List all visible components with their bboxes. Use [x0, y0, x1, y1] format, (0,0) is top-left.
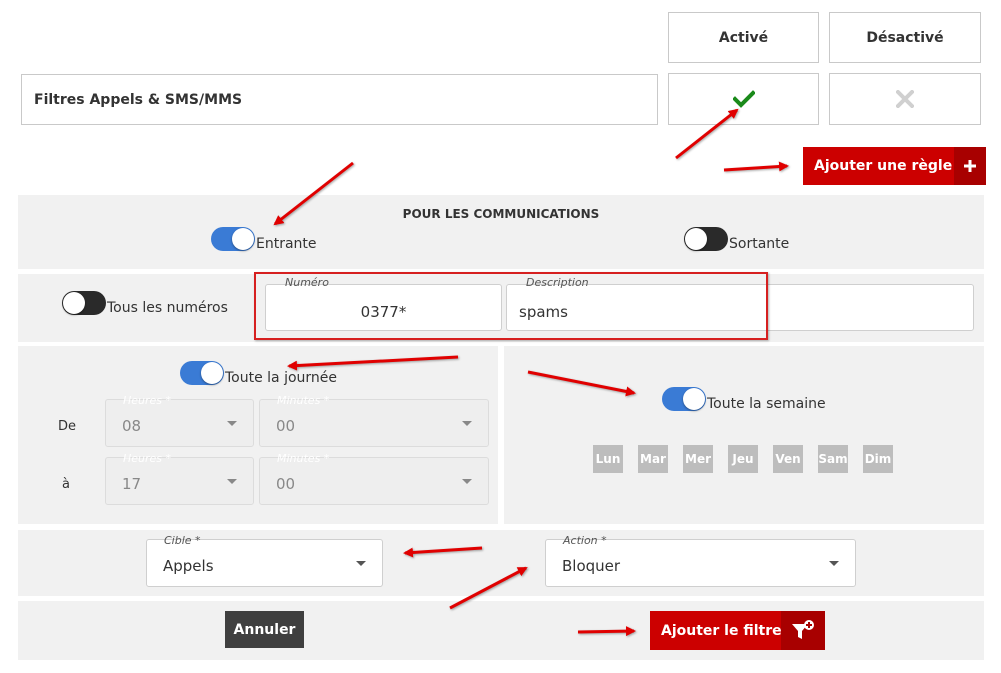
all-week-label: Toute la semaine [707, 396, 826, 412]
day-jeu[interactable]: Jeu [728, 445, 758, 473]
active-cell[interactable] [668, 73, 819, 125]
inactive-cell[interactable] [829, 73, 981, 125]
column-header-inactive: Désactivé [829, 12, 981, 63]
chevron-down-icon [829, 561, 839, 566]
cancel-button[interactable]: Annuler [225, 611, 304, 648]
outgoing-toggle[interactable] [684, 227, 728, 251]
add-filter-button[interactable]: Ajouter le filtre [650, 611, 825, 650]
plus-icon [954, 147, 986, 185]
chevron-down-icon [227, 421, 237, 426]
from-minutes-select[interactable]: Minutes * 00 [259, 394, 489, 447]
chevron-down-icon [227, 479, 237, 484]
to-label: à [62, 477, 70, 492]
day-ven[interactable]: Ven [773, 445, 803, 473]
chevron-down-icon [462, 479, 472, 484]
action-select[interactable]: Action * Bloquer [545, 534, 856, 587]
arrow-to-add-rule [723, 161, 789, 172]
from-label: De [58, 419, 77, 434]
day-mar[interactable]: Mar [638, 445, 668, 473]
x-icon [896, 90, 914, 108]
filter-plus-icon [781, 611, 825, 650]
incoming-label: Entrante [256, 236, 317, 252]
add-rule-button[interactable]: Ajouter une règle [803, 147, 986, 185]
day-dim[interactable]: Dim [863, 445, 893, 473]
all-day-label: Toute la journée [225, 370, 338, 386]
incoming-toggle[interactable] [211, 227, 255, 251]
chevron-down-icon [356, 561, 366, 566]
target-select[interactable]: Cible * Appels [146, 534, 383, 587]
day-lun[interactable]: Lun [593, 445, 623, 473]
highlight-rectangle [254, 272, 768, 340]
week-panel [504, 346, 984, 524]
all-week-toggle[interactable] [662, 387, 706, 411]
all-numbers-toggle[interactable] [62, 291, 106, 315]
column-header-active: Activé [668, 12, 819, 63]
filter-row-label: Filtres Appels & SMS/MMS [21, 74, 658, 125]
day-mer[interactable]: Mer [683, 445, 713, 473]
day-sam[interactable]: Sam [818, 445, 848, 473]
all-day-toggle[interactable] [180, 361, 224, 385]
chevron-down-icon [462, 421, 472, 426]
to-hours-select[interactable]: Heures * 17 [105, 452, 254, 505]
communications-title: POUR LES COMMUNICATIONS [402, 207, 600, 221]
from-hours-select[interactable]: Heures * 08 [105, 394, 254, 447]
all-numbers-label: Tous les numéros [107, 300, 228, 316]
check-icon [732, 90, 755, 108]
to-minutes-select[interactable]: Minutes * 00 [259, 452, 489, 505]
footer-panel [18, 601, 984, 660]
outgoing-label: Sortante [729, 236, 790, 252]
